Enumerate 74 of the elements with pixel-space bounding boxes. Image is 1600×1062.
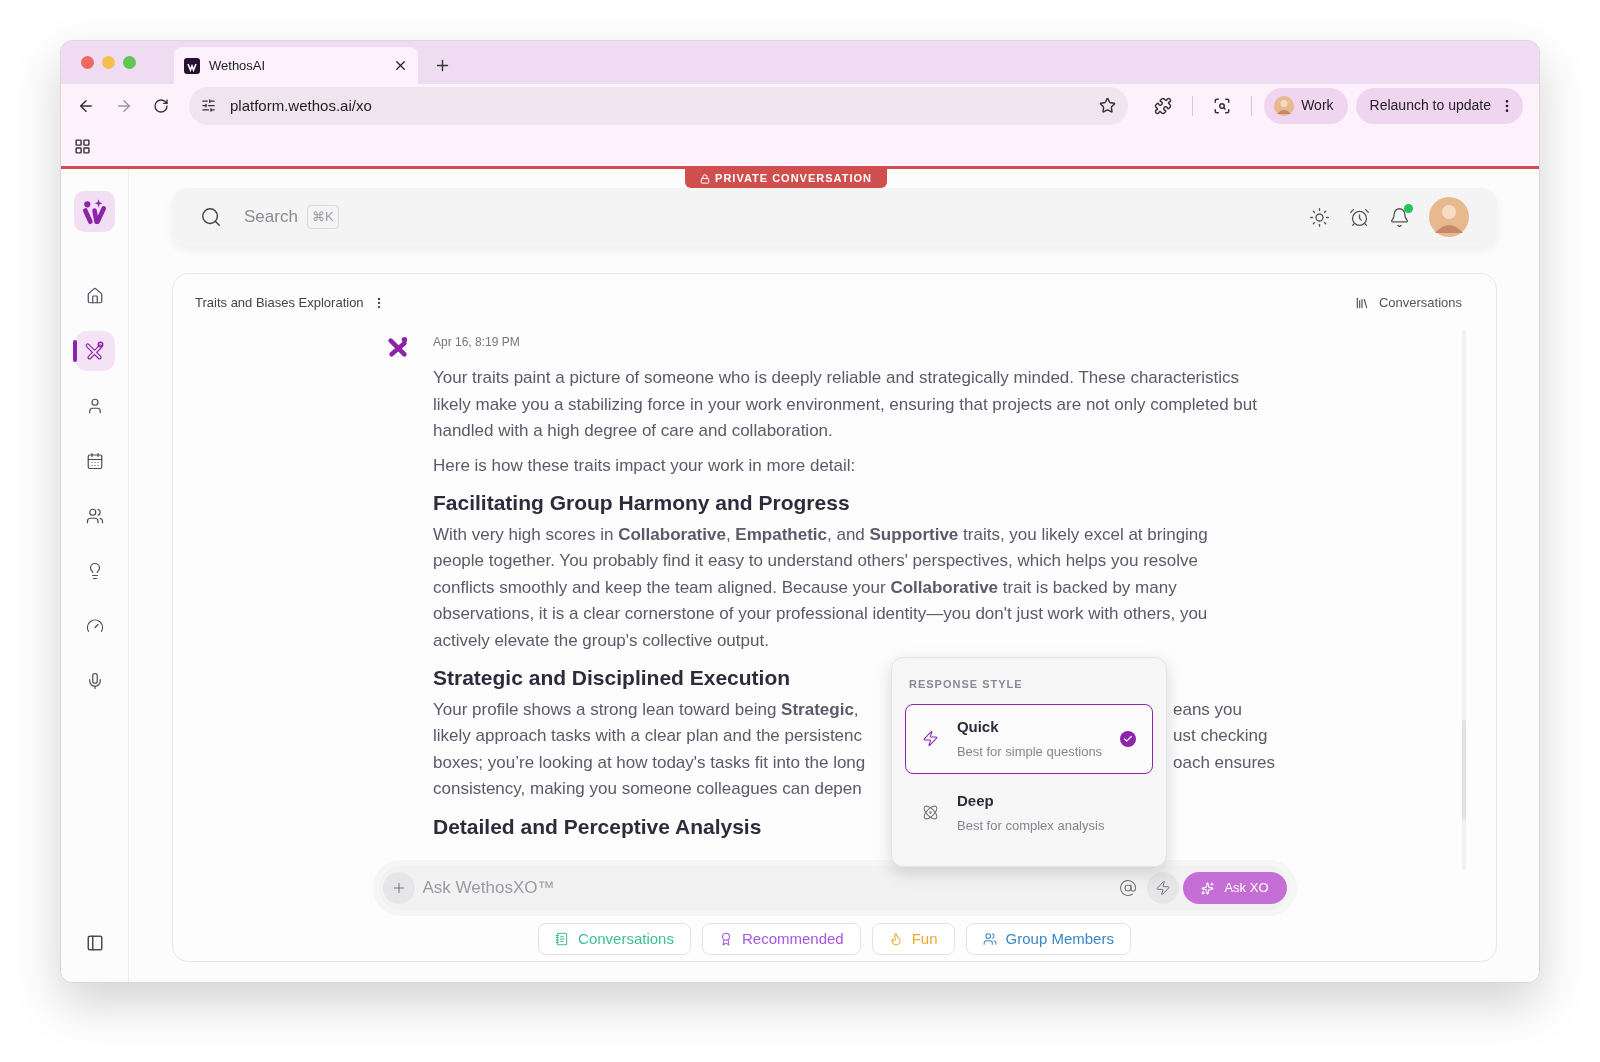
conversations-link[interactable]: Conversations [1354,293,1462,313]
reload-icon[interactable] [153,97,169,114]
private-conversation-banner: PRIVATE CONVERSATION [685,169,887,188]
option-description: Best for complex analysis [957,816,1106,835]
message-paragraph: Here is how these traits impact your work in more detail: [433,454,857,477]
x-shape-icon [83,339,106,362]
group-icon [85,506,104,525]
search-placeholder: Search [244,206,298,229]
url-text: platform.wethos.ai/xo [230,95,373,116]
message-paragraph: Your traits paint a picture of someone who is deeply reliable and strategically minded. These characteristics likely make you a stabilizing force in your work environment, ensuring that projects are not only completed but handled with a high degree of care and collaboration. [433,367,1258,442]
message-time: Apr 16, 8:19 PM [433,334,521,351]
library-icon [1354,296,1369,310]
selected-check-icon [1120,730,1136,747]
search-icon [200,206,222,228]
calendar-icon [85,451,104,470]
extensions-icon[interactable] [1154,96,1173,115]
response-style-option[interactable]: Deep Best for complex analysis [905,777,1153,848]
gauge-icon [85,616,104,635]
sparkle-icon [1201,881,1215,895]
message-line: boxes; you’re looking at how today's tasks fit into the long [433,751,867,774]
message-line: Your profile shows a strong lean toward being Strategic, [433,698,860,721]
tab-favicon-icon [184,57,200,74]
message-line: ust checking [1173,725,1268,747]
chip-label: Conversations [578,928,674,949]
address-bar[interactable]: platform.wethos.ai/xo [189,86,1129,125]
lightning-icon [922,730,939,747]
chip-label: Fun [911,928,938,949]
bookmark-star-icon[interactable] [1099,97,1117,115]
chip-label: Recommended [741,928,844,949]
alarm-clock-icon[interactable] [1349,206,1370,228]
theme-icon[interactable] [1309,206,1330,228]
assistant-avatar [387,336,409,358]
message-line: consistency, making you someone colleagues can depen [433,778,863,800]
message-line: oach ensures [1173,751,1276,774]
flame-icon [888,932,903,946]
close-tab-icon[interactable] [393,58,408,73]
atom-icon [922,804,939,821]
chip-label: Group Members [1005,928,1114,949]
option-description: Best for simple questions [956,742,1103,761]
profile-avatar [1274,95,1295,116]
sidebar-toggle-icon[interactable] [85,934,104,952]
shortcut-key: ⌘K [306,205,339,229]
message-heading: Detailed and Perceptive Analysis [433,813,762,840]
app-logo[interactable] [74,191,115,232]
response-style-button[interactable] [1147,872,1180,904]
notifications-icon[interactable] [1389,206,1410,228]
home-icon [85,286,104,305]
message-heading: Strategic and Disciplined Execution [433,665,791,691]
suggestion-chip[interactable]: Group Members [965,923,1131,955]
option-label: Quick [956,717,1000,737]
tab-title: WethosAI [209,56,267,75]
lightning-icon [1155,880,1172,896]
new-tab-icon[interactable] [434,57,451,74]
message-line: eans you [1173,698,1243,721]
message-line: likely approach tasks with a clear plan and the persistenc [433,725,863,747]
sidebar-item[interactable] [74,330,115,371]
apps-grid-icon[interactable] [74,138,91,156]
relaunch-button[interactable]: Relaunch to update [1355,87,1523,124]
option-label: Deep [957,791,995,811]
message-heading: Facilitating Group Harmony and Progress [433,490,850,516]
group-icon [982,932,997,946]
composer-placeholder: Ask WethosXO™ [422,877,556,900]
site-settings-icon[interactable] [201,98,216,114]
browser-tab[interactable]: WethosAI [174,47,418,84]
mention-icon[interactable] [1119,879,1138,897]
conversation-title: Traits and Biases Exploration [195,294,364,313]
message-paragraph: With very high scores in Collaborative, Empathetic, and Supportive traits, you likely excel at bringing people together. You probably find it easy to understand others' perspectives, which helps you resolve conflicts smoothly and keep the team aligned. Because your Collaborative trait is backed by many observations, it is a clear cornerstone of your professional identity—you don't just work with others, you actively elevate the group's collective output. [433,523,1209,652]
user-avatar [1429,197,1469,237]
response-style-option[interactable]: Quick Best for simple questions [905,703,1153,774]
tab-search-icon[interactable] [1213,96,1232,115]
book-icon [555,932,570,946]
profile-button[interactable]: Work [1264,87,1348,124]
suggestion-chip[interactable]: Recommended [701,923,861,955]
menu-heading: RESPONSE STYLE [908,677,1024,692]
